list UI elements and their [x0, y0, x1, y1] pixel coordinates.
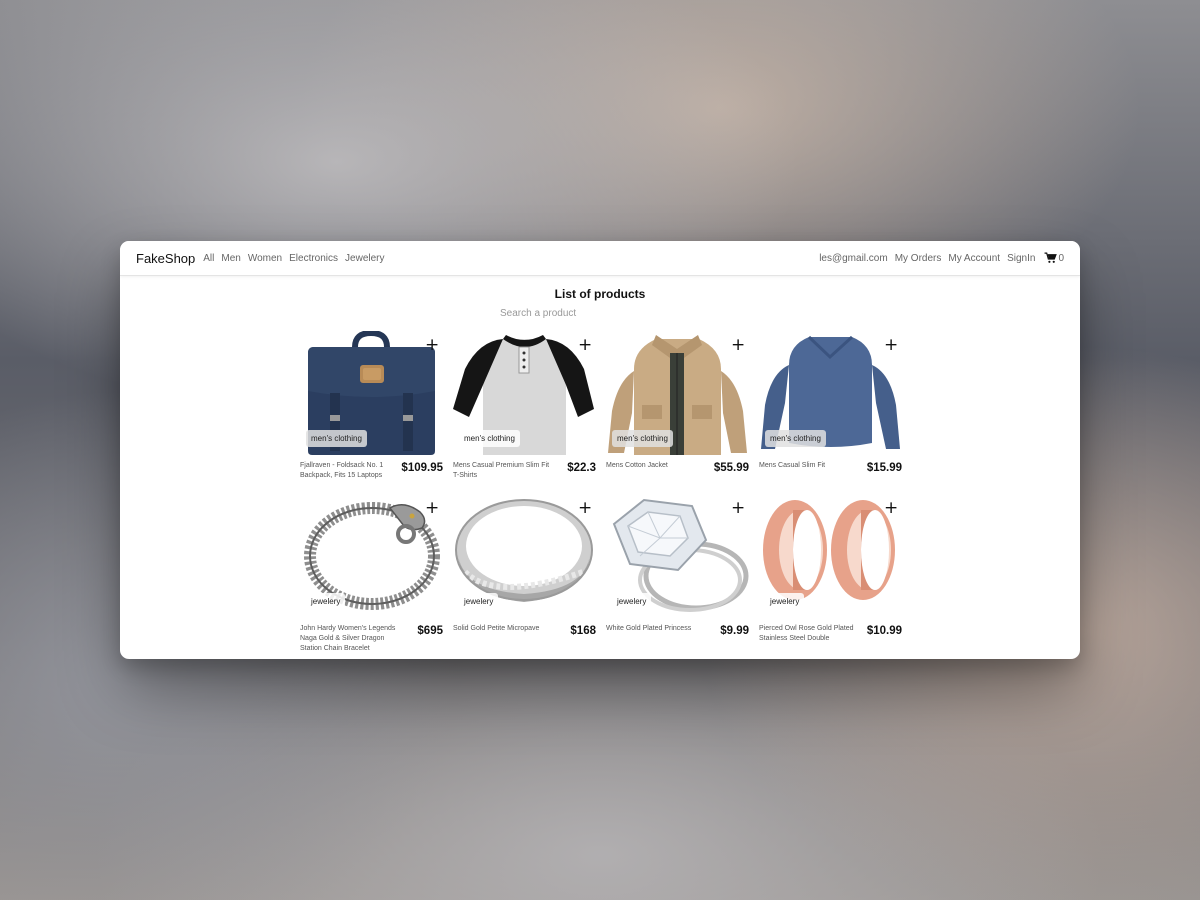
add-to-cart-button[interactable]: +	[884, 500, 898, 517]
product-title: John Hardy Women's Legends Naga Gold & S…	[300, 625, 396, 652]
product-title: Pierced Owl Rose Gold Plated Stainless S…	[759, 625, 854, 642]
navbar: FakeShop All Men Women Electronics Jewel…	[120, 241, 1080, 276]
category-badge: jewelery	[459, 593, 499, 610]
cart-count: 0	[1058, 252, 1064, 264]
product-price: $109.95	[401, 462, 443, 474]
app-window: FakeShop All Men Women Electronics Jewel…	[120, 241, 1080, 659]
category-badge: jewelery	[306, 593, 346, 610]
page-title: List of products	[554, 287, 646, 301]
category-badge: jewelery	[612, 593, 652, 610]
product-price: $695	[417, 625, 443, 637]
my-account-link[interactable]: My Account	[948, 253, 1000, 264]
nav-link-women[interactable]: Women	[248, 253, 282, 264]
nav-link-electronics[interactable]: Electronics	[289, 253, 338, 264]
add-to-cart-button[interactable]: +	[731, 337, 745, 354]
product-price: $55.99	[713, 462, 749, 474]
my-orders-link[interactable]: My Orders	[895, 253, 942, 264]
product-title: Fjallraven - Foldsack No. 1 Backpack, Fi…	[300, 462, 384, 479]
product-price: $15.99	[866, 462, 902, 474]
product-title: Solid Gold Petite Micropave	[453, 625, 540, 632]
product-price: $22.3	[567, 462, 596, 474]
add-to-cart-button[interactable]: +	[425, 500, 439, 517]
user-email-link[interactable]: les@gmail.com	[819, 253, 888, 264]
nav-right: les@gmail.com My Orders My Account SignI…	[812, 252, 1064, 264]
add-to-cart-button[interactable]: +	[578, 337, 592, 354]
sign-in-link[interactable]: SignIn	[1007, 253, 1035, 264]
category-badge: men's clothing	[765, 430, 826, 447]
category-badge: men's clothing	[459, 430, 520, 447]
nav-link-jewelery[interactable]: Jewelery	[345, 253, 384, 264]
add-to-cart-button[interactable]: +	[731, 500, 745, 517]
cart-button[interactable]: 0	[1044, 252, 1064, 264]
product-title: Mens Casual Slim Fit	[759, 462, 826, 469]
category-badge: men's clothing	[306, 430, 367, 447]
product-title: Mens Casual Premium Slim Fit T-Shirts	[453, 462, 550, 479]
add-to-cart-button[interactable]: +	[578, 500, 592, 517]
product-price: $10.99	[866, 625, 902, 637]
cart-icon	[1044, 252, 1058, 263]
category-badge: men's clothing	[612, 430, 673, 447]
nav-link-men[interactable]: Men	[221, 253, 240, 264]
nav-left: FakeShop All Men Women Electronics Jewel…	[136, 251, 392, 266]
nav-link-all[interactable]: All	[203, 253, 214, 264]
brand-logo[interactable]: FakeShop	[136, 251, 195, 266]
product-price: $168	[570, 625, 596, 637]
add-to-cart-button[interactable]: +	[425, 337, 439, 354]
category-badge: jewelery	[765, 593, 805, 610]
product-price: $9.99	[720, 625, 749, 637]
product-title: Mens Cotton Jacket	[606, 462, 668, 469]
add-to-cart-button[interactable]: +	[884, 337, 898, 354]
product-title: White Gold Plated Princess	[606, 625, 692, 632]
search-input[interactable]	[496, 304, 704, 322]
